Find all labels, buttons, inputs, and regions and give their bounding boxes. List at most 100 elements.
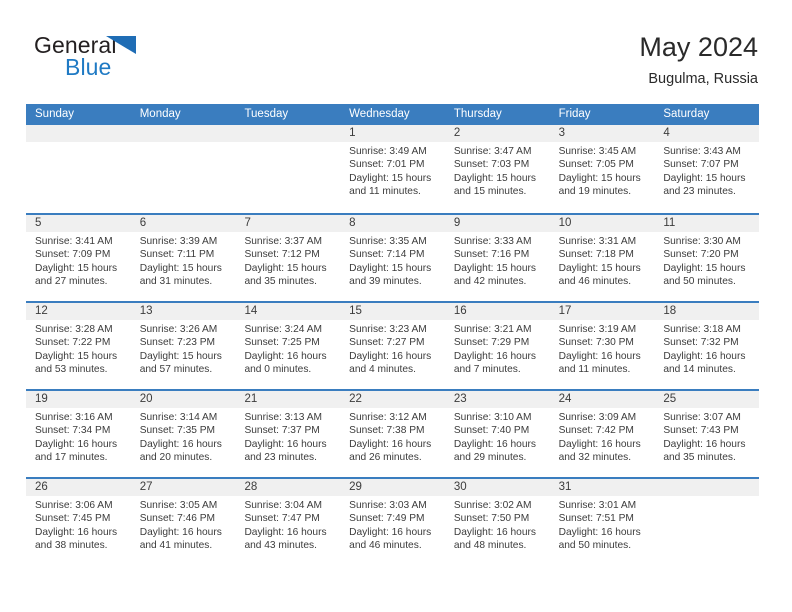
day-number: 5	[26, 215, 131, 232]
day-number	[235, 125, 341, 142]
sunrise-text: Sunrise: 3:10 AM	[453, 412, 532, 423]
calendar-day-cell[interactable]: 27 Sunrise: 3:05 AM Sunset: 7:46 PM Dayligh…	[130, 479, 236, 565]
calendar-day-cell[interactable]: 31 Sunrise: 3:01 AM Sunset: 7:51 PM Dayligh…	[549, 479, 655, 565]
daylight-text-line1: Daylight: 16 hours	[663, 438, 746, 450]
calendar-day-cell[interactable]: 1 Sunrise: 3:49 AM Sunset: 7:01 PM Daylight…	[340, 125, 445, 213]
day-details: Sunrise: 3:41 AM Sunset: 7:09 PM Daylight:…	[26, 232, 131, 289]
day-number: 3	[549, 125, 655, 142]
day-number: 13	[130, 303, 236, 320]
daylight-text-line2: and 14 minutes.	[663, 364, 736, 376]
daylight-text-line1: Daylight: 16 hours	[349, 526, 432, 538]
day-details: Sunrise: 3:02 AM Sunset: 7:50 PM Daylight:…	[445, 496, 550, 553]
page-subtitle-location: Bugulma, Russia	[648, 71, 758, 87]
calendar-day-cell[interactable]: 12 Sunrise: 3:28 AM Sunset: 7:22 PM Dayligh…	[26, 303, 131, 389]
daylight-text-line1: Daylight: 15 hours	[349, 262, 432, 274]
day-number: 22	[340, 391, 445, 408]
calendar-day-cell[interactable]: 10 Sunrise: 3:31 AM Sunset: 7:18 PM Dayligh…	[549, 215, 655, 301]
calendar-day-cell[interactable]: 28 Sunrise: 3:04 AM Sunset: 7:47 PM Dayligh…	[235, 479, 341, 565]
calendar-day-cell[interactable]: 2 Sunrise: 3:47 AM Sunset: 7:03 PM Daylight…	[444, 125, 550, 213]
sunrise-text: Sunrise: 3:19 AM	[558, 324, 637, 335]
calendar-day-cell[interactable]: 6 Sunrise: 3:39 AM Sunset: 7:11 PM Daylight…	[130, 215, 236, 301]
daylight-text-line2: and 48 minutes.	[453, 540, 527, 552]
day-details: Sunrise: 3:18 AM Sunset: 7:32 PM Daylight:…	[654, 320, 759, 377]
calendar-day-cell[interactable]: 24 Sunrise: 3:09 AM Sunset: 7:42 PM Dayligh…	[549, 391, 655, 477]
sunset-text: Sunset: 7:18 PM	[558, 249, 634, 261]
day-number: 6	[130, 215, 236, 232]
triangle-flag-icon	[106, 36, 136, 54]
calendar-day-cell[interactable]: 23 Sunrise: 3:10 AM Sunset: 7:40 PM Dayligh…	[444, 391, 550, 477]
daylight-text-line2: and 57 minutes.	[139, 364, 213, 376]
calendar-day-cell[interactable]: 19 Sunrise: 3:16 AM Sunset: 7:34 PM Dayligh…	[26, 391, 131, 477]
calendar-day-cell[interactable]: 3 Sunrise: 3:45 AM Sunset: 7:05 PM Daylight…	[549, 125, 655, 213]
sunrise-text: Sunrise: 3:24 AM	[244, 324, 323, 335]
day-details: Sunrise: 3:09 AM Sunset: 7:42 PM Daylight:…	[550, 408, 655, 465]
day-details: Sunrise: 3:37 AM Sunset: 7:12 PM Daylight:…	[235, 232, 340, 289]
daylight-text-line2: and 32 minutes.	[558, 452, 632, 464]
calendar-grid: Sunday Monday Tuesday Wednesday Thursday Frid…	[26, 104, 760, 565]
day-number: 18	[654, 303, 760, 320]
sunrise-text: Sunrise: 3:05 AM	[139, 500, 218, 511]
daylight-text-line2: and 19 minutes.	[558, 186, 632, 198]
calendar-day-cell[interactable]: 25 Sunrise: 3:07 AM Sunset: 7:43 PM Dayligh…	[654, 391, 760, 477]
calendar-day-cell[interactable]: 14 Sunrise: 3:24 AM Sunset: 7:25 PM Dayligh…	[235, 303, 341, 389]
day-number: 17	[549, 303, 655, 320]
calendar-week-row: 26 Sunrise: 3:06 AM Sunset: 7:45 PM Dayligh…	[26, 477, 760, 565]
day-number: 20	[130, 391, 236, 408]
daylight-text-line1: Daylight: 16 hours	[35, 526, 118, 538]
day-number: 29	[340, 479, 445, 496]
day-details: Sunrise: 3:24 AM Sunset: 7:25 PM Daylight:…	[235, 320, 340, 377]
calendar-day-cell[interactable]: 20 Sunrise: 3:14 AM Sunset: 7:35 PM Dayligh…	[130, 391, 236, 477]
calendar-day-cell[interactable]: 18 Sunrise: 3:18 AM Sunset: 7:32 PM Dayligh…	[654, 303, 760, 389]
sunset-text: Sunset: 7:30 PM	[558, 337, 634, 349]
day-details: Sunrise: 3:21 AM Sunset: 7:29 PM Daylight:…	[445, 320, 550, 377]
calendar-day-cell[interactable]: 30 Sunrise: 3:02 AM Sunset: 7:50 PM Dayligh…	[444, 479, 550, 565]
calendar-day-cell[interactable]: 4 Sunrise: 3:43 AM Sunset: 7:07 PM Daylight…	[654, 125, 760, 213]
day-number	[26, 125, 131, 142]
calendar-day-cell[interactable]: 21 Sunrise: 3:13 AM Sunset: 7:37 PM Dayligh…	[235, 391, 341, 477]
weekday-header-saturday: Saturday	[663, 108, 710, 120]
daylight-text-line1: Daylight: 16 hours	[349, 438, 432, 450]
calendar-day-cell-empty	[235, 125, 341, 213]
daylight-text-line2: and 31 minutes.	[139, 276, 213, 288]
day-number: 30	[444, 479, 550, 496]
sunrise-text: Sunrise: 3:45 AM	[558, 146, 637, 157]
day-details: Sunrise: 3:35 AM Sunset: 7:14 PM Daylight:…	[340, 232, 445, 289]
calendar-day-cell[interactable]: 11 Sunrise: 3:30 AM Sunset: 7:20 PM Dayligh…	[654, 215, 760, 301]
sunset-text: Sunset: 7:50 PM	[453, 513, 530, 525]
sunrise-text: Sunrise: 3:35 AM	[349, 236, 427, 247]
daylight-text-line2: and 50 minutes.	[663, 276, 736, 288]
calendar-day-cell[interactable]: 26 Sunrise: 3:06 AM Sunset: 7:45 PM Dayligh…	[26, 479, 131, 565]
day-number: 21	[235, 391, 341, 408]
daylight-text-line2: and 23 minutes.	[244, 452, 317, 464]
calendar-day-cell[interactable]: 29 Sunrise: 3:03 AM Sunset: 7:49 PM Dayligh…	[340, 479, 445, 565]
daylight-text-line2: and 50 minutes.	[558, 540, 632, 552]
day-details: Sunrise: 3:12 AM Sunset: 7:38 PM Daylight:…	[340, 408, 445, 465]
calendar-day-cell[interactable]: 9 Sunrise: 3:33 AM Sunset: 7:16 PM Daylight…	[444, 215, 550, 301]
daylight-text-line1: Daylight: 15 hours	[453, 262, 536, 274]
day-details: Sunrise: 3:26 AM Sunset: 7:23 PM Daylight:…	[131, 320, 236, 377]
calendar-day-cell[interactable]: 16 Sunrise: 3:21 AM Sunset: 7:29 PM Dayligh…	[444, 303, 550, 389]
general-blue-logo[interactable]: General Blue	[34, 32, 264, 90]
calendar-week-row: 12 Sunrise: 3:28 AM Sunset: 7:22 PM Dayligh…	[26, 301, 760, 389]
day-number: 10	[549, 215, 655, 232]
day-number: 2	[444, 125, 550, 142]
daylight-text-line1: Daylight: 16 hours	[558, 526, 641, 538]
calendar-day-cell[interactable]: 7 Sunrise: 3:37 AM Sunset: 7:12 PM Daylight…	[235, 215, 341, 301]
sunset-text: Sunset: 7:42 PM	[558, 425, 634, 437]
daylight-text-line1: Daylight: 16 hours	[244, 438, 327, 450]
daylight-text-line2: and 46 minutes.	[558, 276, 632, 288]
calendar-day-cell[interactable]: 8 Sunrise: 3:35 AM Sunset: 7:14 PM Daylight…	[340, 215, 445, 301]
daylight-text-line1: Daylight: 15 hours	[558, 262, 641, 274]
sunset-text: Sunset: 7:49 PM	[349, 513, 425, 525]
sunset-text: Sunset: 7:25 PM	[244, 337, 320, 349]
calendar-day-cell[interactable]: 5 Sunrise: 3:41 AM Sunset: 7:09 PM Daylight…	[26, 215, 131, 301]
calendar-day-cell[interactable]: 17 Sunrise: 3:19 AM Sunset: 7:30 PM Dayligh…	[549, 303, 655, 389]
calendar-day-cell[interactable]: 15 Sunrise: 3:23 AM Sunset: 7:27 PM Dayligh…	[340, 303, 445, 389]
daylight-text-line1: Daylight: 16 hours	[663, 350, 746, 362]
day-number: 1	[340, 125, 445, 142]
calendar-day-cell[interactable]: 13 Sunrise: 3:26 AM Sunset: 7:23 PM Dayligh…	[130, 303, 236, 389]
sunrise-text: Sunrise: 3:06 AM	[35, 500, 113, 511]
calendar-day-cell[interactable]: 22 Sunrise: 3:12 AM Sunset: 7:38 PM Dayligh…	[340, 391, 445, 477]
brand-name-blue: Blue	[65, 54, 112, 80]
day-number: 11	[654, 215, 760, 232]
